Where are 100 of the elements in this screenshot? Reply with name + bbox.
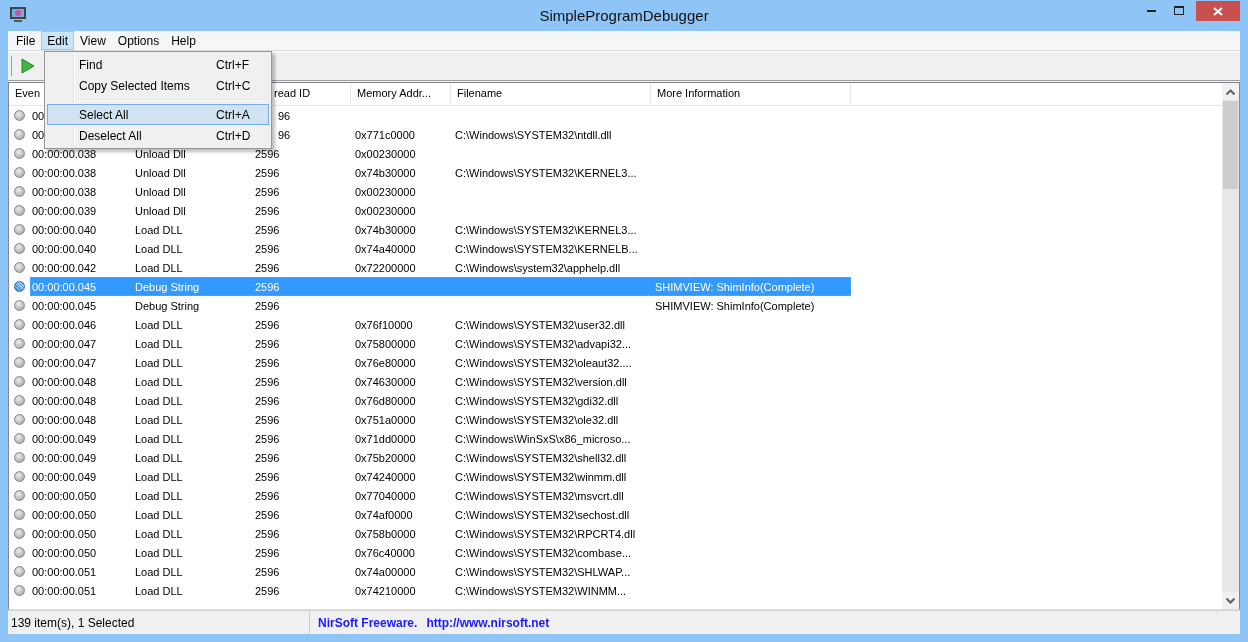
window-title: SimpleProgramDebugger: [539, 7, 709, 24]
table-cell: 0x75b20000: [355, 451, 416, 464]
menu-item[interactable]: Select All Ctrl+A: [47, 104, 269, 125]
table-cell: 96: [278, 109, 291, 122]
column-header[interactable]: More Information: [657, 87, 741, 99]
status-dot-icon: [14, 566, 25, 577]
table-cell: 96: [278, 128, 291, 141]
table-cell: 00:00:00.039: [32, 204, 97, 217]
table-cell: C:\Windows\SYSTEM32\oleaut32....: [455, 356, 632, 369]
table-cell: Load DLL: [135, 546, 183, 559]
table-cell: 2596: [255, 375, 280, 388]
menu-item[interactable]: Options: [111, 31, 166, 50]
status-dot-icon: [14, 300, 25, 311]
table-cell: 0x77040000: [355, 489, 416, 502]
table-cell: 0x771c0000: [355, 128, 415, 141]
minimize-icon: [1147, 8, 1156, 12]
close-button[interactable]: [1196, 1, 1240, 21]
table-cell: 2596: [255, 223, 280, 236]
table-cell: Load DLL: [135, 261, 183, 274]
app-icon: [9, 6, 27, 23]
table-cell: 00:00:00.050: [32, 527, 97, 540]
scroll-thumb[interactable]: [1223, 101, 1238, 189]
table-cell: 0x74210000: [355, 584, 416, 597]
table-cell: 2596: [255, 394, 280, 407]
table-cell: 0x76d80000: [355, 394, 416, 407]
shortcut-label: Ctrl+A: [216, 107, 251, 122]
table-cell: Load DLL: [135, 584, 183, 597]
table-cell: Debug String: [135, 299, 200, 312]
shortcut-label: Ctrl+F: [216, 57, 250, 72]
table-cell: 0x74a40000: [355, 242, 416, 255]
table-cell: Load DLL: [135, 223, 183, 236]
status-dot-icon: [14, 395, 25, 406]
status-dot-icon: [14, 414, 25, 425]
maximize-icon: [1173, 5, 1184, 15]
table-cell: 2596: [255, 413, 280, 426]
table-cell: 2596: [255, 584, 280, 597]
column-header[interactable]: Filename: [457, 87, 503, 99]
table-cell: Load DLL: [135, 527, 183, 540]
menu-item[interactable]: Deselect All Ctrl+D: [47, 125, 269, 146]
table-cell: Unload Dll: [135, 185, 186, 198]
table-cell: 2596: [255, 432, 280, 445]
table-cell: C:\Windows\SYSTEM32\KERNEL3...: [455, 223, 637, 236]
table-cell: 00:00:00.038: [32, 147, 97, 160]
status-dot-icon: [14, 471, 25, 482]
table-cell: 2596: [255, 318, 280, 331]
menu-item[interactable]: Edit: [41, 31, 75, 50]
status-dot-icon: [14, 243, 25, 254]
scrollbar[interactable]: [1222, 83, 1239, 609]
column-header[interactable]: Memory Addr...: [357, 87, 431, 99]
table-cell: 0x00230000: [355, 185, 416, 198]
status-dot-icon: [14, 433, 25, 444]
table-cell: 00:00:00.045: [32, 299, 97, 312]
table-cell: 00:00:00.051: [32, 584, 97, 597]
table-cell: 0x76f10000: [355, 318, 413, 331]
table-cell: 00: [32, 109, 45, 122]
table-cell: 0x758b0000: [355, 527, 416, 540]
table-cell: 2596: [255, 299, 280, 312]
table-cell: Unload Dll: [135, 204, 186, 217]
table-cell: 00:00:00.049: [32, 432, 97, 445]
column-header[interactable]: read ID: [274, 87, 311, 99]
table-cell: 00:00:00.050: [32, 546, 97, 559]
menu-item[interactable]: View: [74, 31, 112, 50]
status-dot-icon: [14, 319, 25, 330]
column-header[interactable]: Even: [15, 87, 41, 99]
table-cell: C:\Windows\SYSTEM32\sechost.dll: [455, 508, 630, 521]
shortcut-label: Ctrl+D: [216, 128, 252, 143]
scroll-down-icon[interactable]: [1222, 592, 1239, 609]
table-cell: 2596: [255, 356, 280, 369]
status-dot-icon: [14, 224, 25, 235]
website-link[interactable]: http://www.nirsoft.net: [426, 615, 550, 630]
status-dot-icon: [14, 186, 25, 197]
table-cell: C:\Windows\SYSTEM32\ole32.dll: [455, 413, 619, 426]
table-cell: Load DLL: [135, 451, 183, 464]
table-cell: 00:00:00.038: [32, 166, 97, 179]
table-cell: 0x72200000: [355, 261, 416, 274]
table-cell: Load DLL: [135, 432, 183, 445]
status-dot-icon: [14, 509, 25, 520]
menu-item[interactable]: Copy Selected Items Ctrl+C: [47, 75, 269, 96]
menu-item[interactable]: Find Ctrl+F: [47, 54, 269, 75]
table-cell: 0x71dd0000: [355, 432, 416, 445]
start-button[interactable]: [21, 58, 35, 74]
table-cell: Debug String: [135, 280, 200, 293]
table-cell: 00:00:00.050: [32, 489, 97, 502]
status-dot-icon: [14, 205, 25, 216]
table-cell: 2596: [255, 470, 280, 483]
table-cell: 00:00:00.049: [32, 470, 97, 483]
table-cell: 0x751a0000: [355, 413, 416, 426]
table-cell: Load DLL: [135, 318, 183, 331]
shortcut-label: Ctrl+C: [216, 78, 252, 93]
scroll-up-icon[interactable]: [1222, 83, 1239, 100]
table-cell: 0x74240000: [355, 470, 416, 483]
status-dot-icon: [14, 547, 25, 558]
status-dot-icon: [14, 338, 25, 349]
table-cell: C:\Windows\system32\apphelp.dll: [455, 261, 621, 274]
table-cell: 00:00:00.051: [32, 565, 97, 578]
menu-item[interactable]: File: [10, 31, 42, 50]
close-icon: [1213, 6, 1223, 16]
menu-item[interactable]: Help: [165, 31, 202, 50]
table-cell: C:\Windows\SYSTEM32\ntdll.dll: [455, 128, 612, 141]
table-cell: C:\Windows\SYSTEM32\user32.dll: [455, 318, 625, 331]
